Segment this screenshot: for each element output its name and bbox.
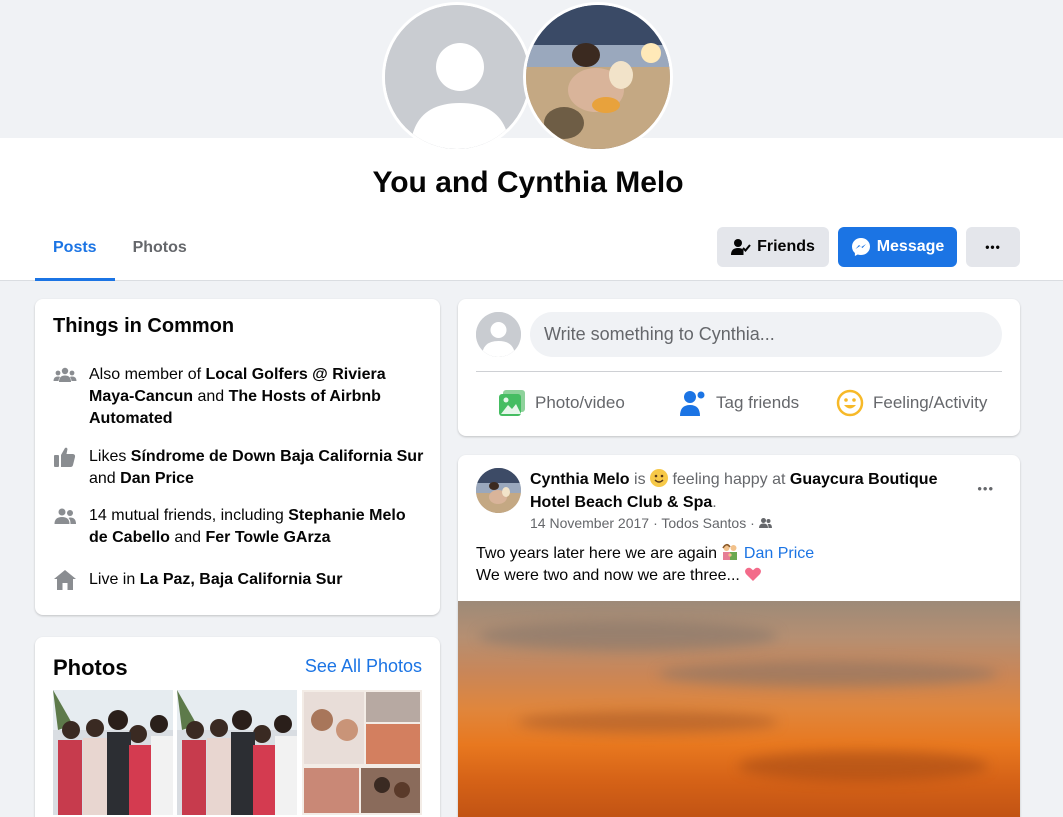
happy-emoji-icon xyxy=(650,469,669,487)
common-item-text: Also member of Local Golfers @ Riviera M… xyxy=(89,364,428,430)
common-prefix: Also member of xyxy=(89,366,206,383)
cloud-shape xyxy=(478,621,778,651)
common-item-mutual-friends: 14 mutual friends, including Stephanie M… xyxy=(53,505,428,549)
feeling-activity-label: Feeling/Activity xyxy=(873,393,988,412)
tag-friends-button[interactable]: Tag friends xyxy=(679,385,799,421)
page-link-2[interactable]: Dan Price xyxy=(120,470,194,487)
friend-check-icon xyxy=(731,239,751,255)
photo-video-label: Photo/video xyxy=(535,393,625,412)
tab-photos[interactable]: Photos xyxy=(115,214,205,281)
common-prefix: Live in xyxy=(89,571,140,588)
page-link-1[interactable]: Síndrome de Down Baja California Sur xyxy=(131,448,424,465)
photos-card: Photos See All Photos xyxy=(35,637,440,817)
tab-bar: Posts Photos xyxy=(35,214,205,281)
common-item-likes: Likes Síndrome de Down Baja California S… xyxy=(53,446,428,490)
post-location: · Todos Santos · xyxy=(653,515,755,531)
composer-input[interactable]: Write something to Cynthia... xyxy=(530,312,1002,357)
post-author-name[interactable]: Cynthia Melo xyxy=(530,471,630,488)
post-line-2-text: We were two and now we are three... xyxy=(476,567,745,584)
composer-avatar[interactable] xyxy=(476,312,521,357)
couple-emoji-icon xyxy=(721,543,739,561)
profile-actions: Friends Message ••• xyxy=(717,227,1020,267)
photo-video-button[interactable]: Photo/video xyxy=(498,385,625,421)
post-composer: Write something to Cynthia... Photo/vide… xyxy=(458,299,1020,436)
tag-friends-label: Tag friends xyxy=(716,393,800,412)
composer-divider xyxy=(476,371,1002,372)
post-photo-sunset[interactable] xyxy=(458,601,1020,817)
mention-link[interactable]: Dan Price xyxy=(744,545,814,562)
groups-icon xyxy=(53,367,77,382)
cloud-shape xyxy=(518,711,778,733)
post-date[interactable]: 14 November 2017 xyxy=(530,515,649,531)
common-prefix: Likes xyxy=(89,448,131,465)
friends-audience-icon xyxy=(758,518,772,528)
messenger-icon xyxy=(851,238,870,256)
more-dots-icon: ••• xyxy=(985,240,1001,254)
more-options-button[interactable]: ••• xyxy=(966,227,1020,267)
place-link[interactable]: La Paz, Baja California Sur xyxy=(140,571,343,588)
friends-icon xyxy=(54,508,76,524)
post-options-button[interactable]: ••• xyxy=(977,481,994,496)
post-meta: 14 November 2017 · Todos Santos · xyxy=(530,515,772,531)
common-item-lives-in: Live in La Paz, Baja California Sur xyxy=(53,569,428,592)
common-mid: and xyxy=(89,470,121,487)
cloud-shape xyxy=(738,751,988,781)
common-item-text: 14 mutual friends, including Stephanie M… xyxy=(89,505,428,549)
post-header: Cynthia Melo is feeling happy at Guaycur… xyxy=(530,468,970,514)
tab-posts[interactable]: Posts xyxy=(35,214,115,281)
post-is-text: is xyxy=(629,471,651,488)
message-label: Message xyxy=(876,238,945,255)
photo-thumbnail[interactable] xyxy=(302,690,422,815)
post-line-1: Two years later here we are again Dan Pr… xyxy=(476,543,814,565)
post-period: . xyxy=(712,494,717,511)
cloud-shape xyxy=(658,661,998,687)
photo-thumbnail[interactable] xyxy=(53,690,173,815)
photos-title: Photos xyxy=(53,655,128,680)
friends-button[interactable]: Friends xyxy=(717,227,829,267)
post-line-1-text: Two years later here we are again xyxy=(476,545,722,562)
common-item-text: Live in La Paz, Baja California Sur xyxy=(89,569,342,592)
smiley-icon xyxy=(836,389,864,417)
heart-emoji-icon xyxy=(744,565,762,583)
post-body: Two years later here we are again Dan Pr… xyxy=(476,543,814,587)
friends-label: Friends xyxy=(757,238,815,255)
feeling-activity-button[interactable]: Feeling/Activity xyxy=(836,385,987,421)
friend-link-2[interactable]: Fer Towle GArza xyxy=(206,529,331,546)
things-in-common-card: Things in Common Also member of Local Go… xyxy=(35,299,440,615)
common-item-text: Likes Síndrome de Down Baja California S… xyxy=(89,446,428,490)
home-icon xyxy=(54,570,76,590)
post-card: Cynthia Melo is feeling happy at Guaycur… xyxy=(458,455,1020,817)
cynthia-avatar[interactable] xyxy=(523,2,673,152)
like-icon xyxy=(54,447,76,467)
message-button[interactable]: Message xyxy=(838,227,957,267)
tag-friends-icon xyxy=(680,391,705,416)
common-mid: and xyxy=(169,529,206,546)
photo-video-icon xyxy=(499,390,525,416)
photo-thumbnail[interactable] xyxy=(177,690,297,815)
common-prefix: 14 mutual friends, including xyxy=(89,507,289,524)
post-feeling-text: feeling happy at xyxy=(668,471,790,488)
common-mid: and xyxy=(193,388,229,405)
your-avatar[interactable] xyxy=(382,2,532,152)
page-title: You and Cynthia Melo xyxy=(372,166,684,199)
post-line-2: We were two and now we are three... xyxy=(476,565,814,587)
post-author-avatar[interactable] xyxy=(476,468,521,513)
things-in-common-title: Things in Common xyxy=(53,315,235,337)
see-all-photos-link[interactable]: See All Photos xyxy=(305,656,422,677)
common-item-groups: Also member of Local Golfers @ Riviera M… xyxy=(53,364,428,430)
